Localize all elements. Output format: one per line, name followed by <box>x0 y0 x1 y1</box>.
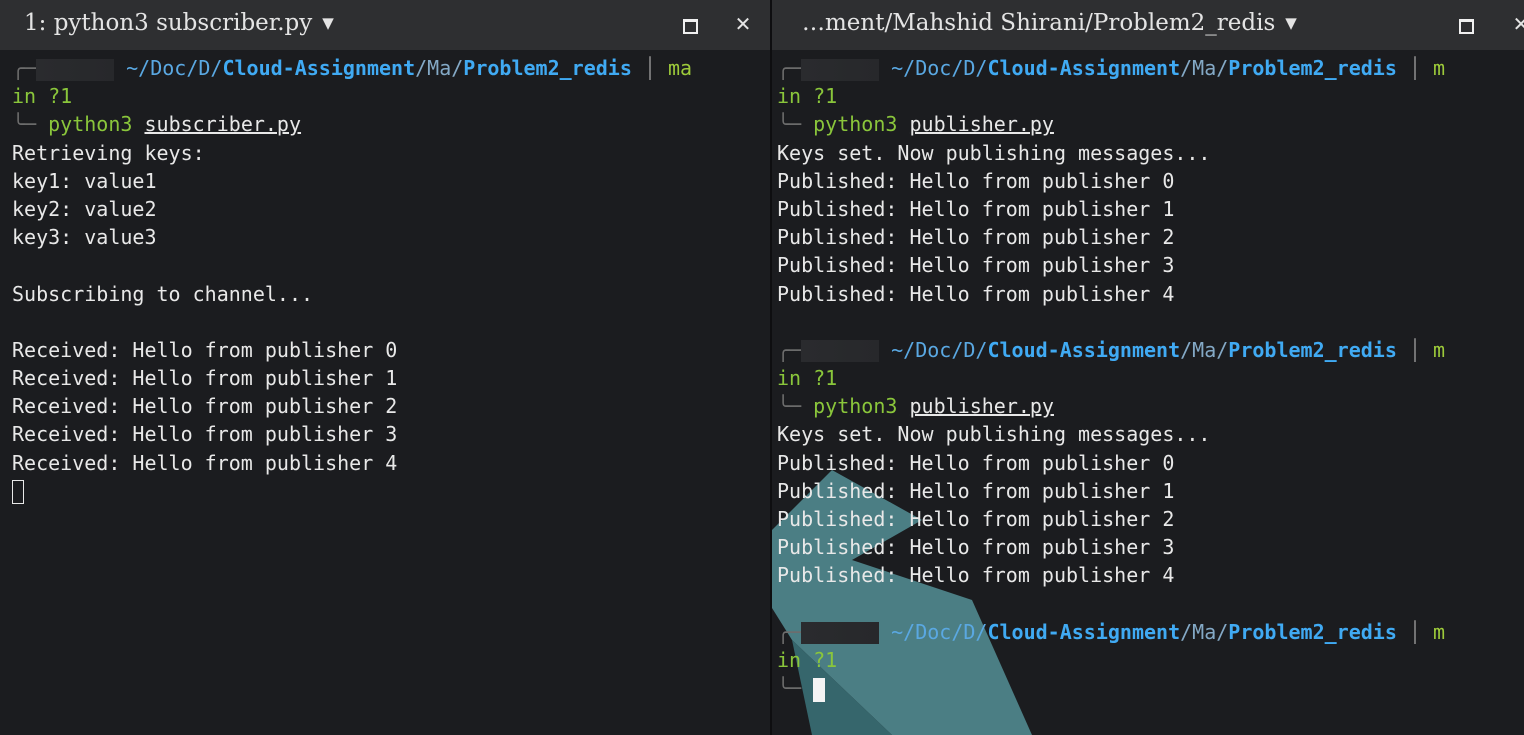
prompt-command-line: ╰─ python3 subscriber.py <box>12 112 302 137</box>
output-line: Published: Hello from publisher 3 <box>777 535 1175 560</box>
terminal-cursor <box>813 677 826 702</box>
output-line: key3: value3 <box>12 225 157 250</box>
terminal-cursor <box>12 480 24 505</box>
output-line: Received: Hello from publisher 0 <box>12 337 398 362</box>
chevron-down-icon[interactable]: ▼ <box>1285 14 1297 32</box>
output-line: Retrieving keys: <box>12 140 205 165</box>
tab-title[interactable]: 1: python3 subscriber.py ▼ <box>24 10 334 36</box>
prompt-path-line: ╭─ ~/Doc/D/Cloud-Assignment/Ma/Problem2_… <box>777 619 1446 645</box>
terminal-pane-publisher[interactable]: …ment/Mahshid Shirani/Problem2_redis ▼ ✕ … <box>772 0 1524 735</box>
output-line: key2: value2 <box>12 196 157 221</box>
maximize-icon[interactable] <box>676 11 702 37</box>
cursor-line <box>0 477 770 505</box>
output-line: Published: Hello from publisher 4 <box>777 281 1175 306</box>
output-line: Received: Hello from publisher 1 <box>12 366 398 391</box>
output-line: Received: Hello from publisher 3 <box>12 422 398 447</box>
close-icon[interactable]: ✕ <box>730 11 756 37</box>
output-line: Subscribing to channel... <box>12 281 314 306</box>
output-line: Keys set. Now publishing messages... <box>777 140 1211 165</box>
prompt-path-line: ╭─ ~/Doc/D/Cloud-Assignment/Ma/Problem2_… <box>777 337 1446 363</box>
prompt-path-line: ╭─ ~/Doc/D/Cloud-Assignment/Ma/Problem2_… <box>12 56 693 81</box>
prompt-status-line: in ?1 <box>777 647 838 672</box>
prompt-path-line: ╭─ ~/Doc/D/Cloud-Assignment/Ma/Problem2_… <box>777 56 1446 81</box>
tab-title[interactable]: …ment/Mahshid Shirani/Problem2_redis ▼ <box>802 10 1297 36</box>
chevron-down-icon[interactable]: ▼ <box>322 14 334 32</box>
prompt-command-line: ╰─ python3 publisher.py <box>777 112 1054 137</box>
output-line: Published: Hello from publisher 4 <box>777 563 1175 588</box>
prompt-input-line[interactable]: ╰─ <box>772 674 1524 702</box>
prompt-status-line: in ?1 <box>777 84 838 109</box>
close-icon[interactable]: ✕ <box>1508 11 1524 37</box>
terminal-output[interactable]: ╭─ ~/Doc/D/Cloud-Assignment/Ma/Problem2_… <box>772 54 1524 702</box>
maximize-icon[interactable] <box>1452 11 1478 37</box>
terminal-output[interactable]: ╭─ ~/Doc/D/Cloud-Assignment/Ma/Problem2_… <box>0 54 770 505</box>
output-line: Keys set. Now publishing messages... <box>777 422 1211 447</box>
pane-titlebar[interactable]: …ment/Mahshid Shirani/Problem2_redis ▼ ✕ <box>772 0 1524 50</box>
output-line: Published: Hello from publisher 3 <box>777 253 1175 278</box>
pane-titlebar[interactable]: 1: python3 subscriber.py ▼ ✕ <box>0 0 770 50</box>
output-line: Published: Hello from publisher 1 <box>777 196 1175 221</box>
output-line: Published: Hello from publisher 2 <box>777 225 1175 250</box>
output-line: key1: value1 <box>12 168 157 193</box>
terminal-pane-subscriber[interactable]: 1: python3 subscriber.py ▼ ✕ ╭─ ~/Doc/D/C… <box>0 0 770 735</box>
output-line: Published: Hello from publisher 2 <box>777 507 1175 531</box>
prompt-command-line: ╰─ python3 publisher.py <box>777 394 1054 419</box>
output-line: Published: Hello from publisher 0 <box>777 450 1175 475</box>
output-line: Received: Hello from publisher 2 <box>12 394 398 419</box>
prompt-status-line: in ?1 <box>777 366 838 391</box>
prompt-status-line: in ?1 <box>12 84 73 109</box>
output-line: Published: Hello from publisher 0 <box>777 168 1175 193</box>
output-line: Published: Hello from publisher 1 <box>777 478 1175 503</box>
output-line: Received: Hello from publisher 4 <box>12 450 398 475</box>
